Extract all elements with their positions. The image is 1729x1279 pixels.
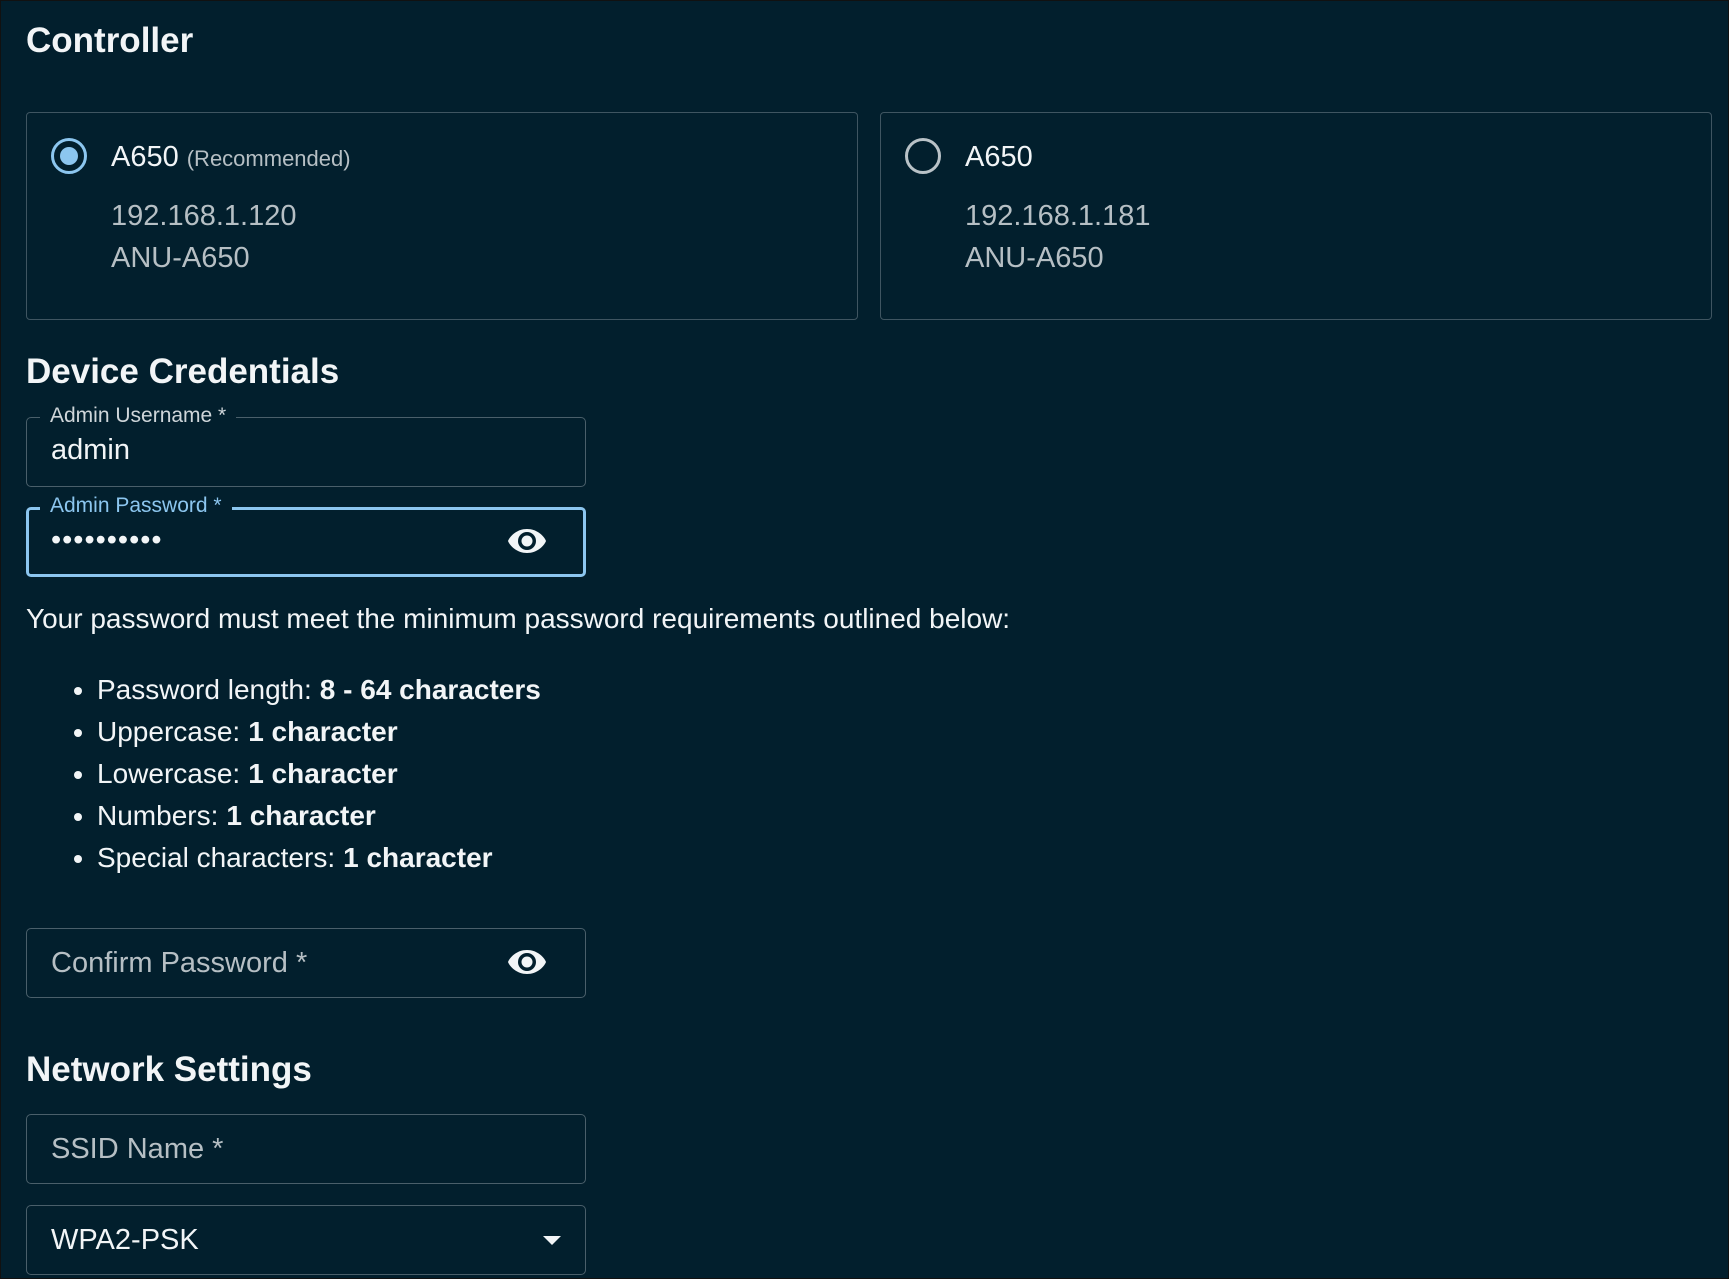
admin-password-label: Admin Password * xyxy=(40,494,232,518)
controller-section-title: Controller xyxy=(26,21,194,60)
controller-option-1-name: A650 (Recommended) xyxy=(111,141,351,174)
requirement-length-label: Password length: xyxy=(97,674,312,705)
confirm-password-field[interactable]: Confirm Password * xyxy=(26,928,586,998)
admin-username-field[interactable]: Admin Username * admin xyxy=(26,404,586,487)
network-section-title: Network Settings xyxy=(26,1050,312,1089)
admin-password-value: •••••••••• xyxy=(51,524,163,556)
ssid-name-field[interactable]: SSID Name * xyxy=(26,1114,586,1184)
controller-radio-1[interactable] xyxy=(51,138,87,174)
controller-option-1-hostname: ANU-A650 xyxy=(111,242,250,274)
requirement-uppercase: Uppercase:1 character xyxy=(97,711,541,753)
requirement-lowercase-value: 1 character xyxy=(248,758,398,789)
requirement-numbers-label: Numbers: xyxy=(97,800,219,831)
controller-option-2-hostname: ANU-A650 xyxy=(965,242,1104,274)
controller-option-1-ip: 192.168.1.120 xyxy=(111,200,297,232)
requirement-special: Special characters:1 character xyxy=(97,837,541,879)
credentials-section-title: Device Credentials xyxy=(26,352,340,391)
controller-radio-2[interactable] xyxy=(905,138,941,174)
security-type-value: WPA2-PSK xyxy=(51,1224,199,1256)
eye-icon[interactable] xyxy=(507,525,547,557)
requirement-lowercase: Lowercase:1 character xyxy=(97,753,541,795)
requirement-numbers: Numbers:1 character xyxy=(97,795,541,837)
controller-option-2-name: A650 xyxy=(965,141,1033,174)
eye-icon[interactable] xyxy=(507,946,547,978)
requirement-length-value: 8 - 64 characters xyxy=(319,674,541,705)
confirm-password-placeholder: Confirm Password * xyxy=(51,947,308,979)
controller-option-2-model: A650 xyxy=(965,141,1033,173)
security-type-select[interactable]: WPA2-PSK xyxy=(26,1205,586,1275)
requirement-uppercase-label: Uppercase: xyxy=(97,716,241,747)
controller-option-2[interactable]: A650 192.168.1.181 ANU-A650 xyxy=(880,112,1712,320)
password-requirements-list: Password length:8 - 64 characters Upperc… xyxy=(51,669,541,879)
admin-username-value: admin xyxy=(51,434,130,466)
requirement-numbers-value: 1 character xyxy=(226,800,376,831)
setup-form: Controller A650 (Recommended) 192.168.1.1… xyxy=(0,0,1729,1279)
requirement-special-value: 1 character xyxy=(343,842,493,873)
requirement-uppercase-value: 1 character xyxy=(248,716,398,747)
password-hint: Your password must meet the minimum pass… xyxy=(26,603,1011,634)
admin-username-label: Admin Username * xyxy=(40,404,237,428)
chevron-down-icon[interactable] xyxy=(543,1236,561,1245)
controller-option-1[interactable]: A650 (Recommended) 192.168.1.120 ANU-A650 xyxy=(26,112,858,320)
requirement-special-label: Special characters: xyxy=(97,842,336,873)
ssid-name-placeholder: SSID Name * xyxy=(51,1133,224,1165)
admin-password-field[interactable]: Admin Password * •••••••••• xyxy=(26,494,586,577)
recommended-tag: (Recommended) xyxy=(186,146,351,171)
requirement-lowercase-label: Lowercase: xyxy=(97,758,241,789)
requirement-length: Password length:8 - 64 characters xyxy=(97,669,541,711)
controller-option-2-ip: 192.168.1.181 xyxy=(965,200,1151,232)
controller-option-1-model: A650 xyxy=(111,141,179,173)
